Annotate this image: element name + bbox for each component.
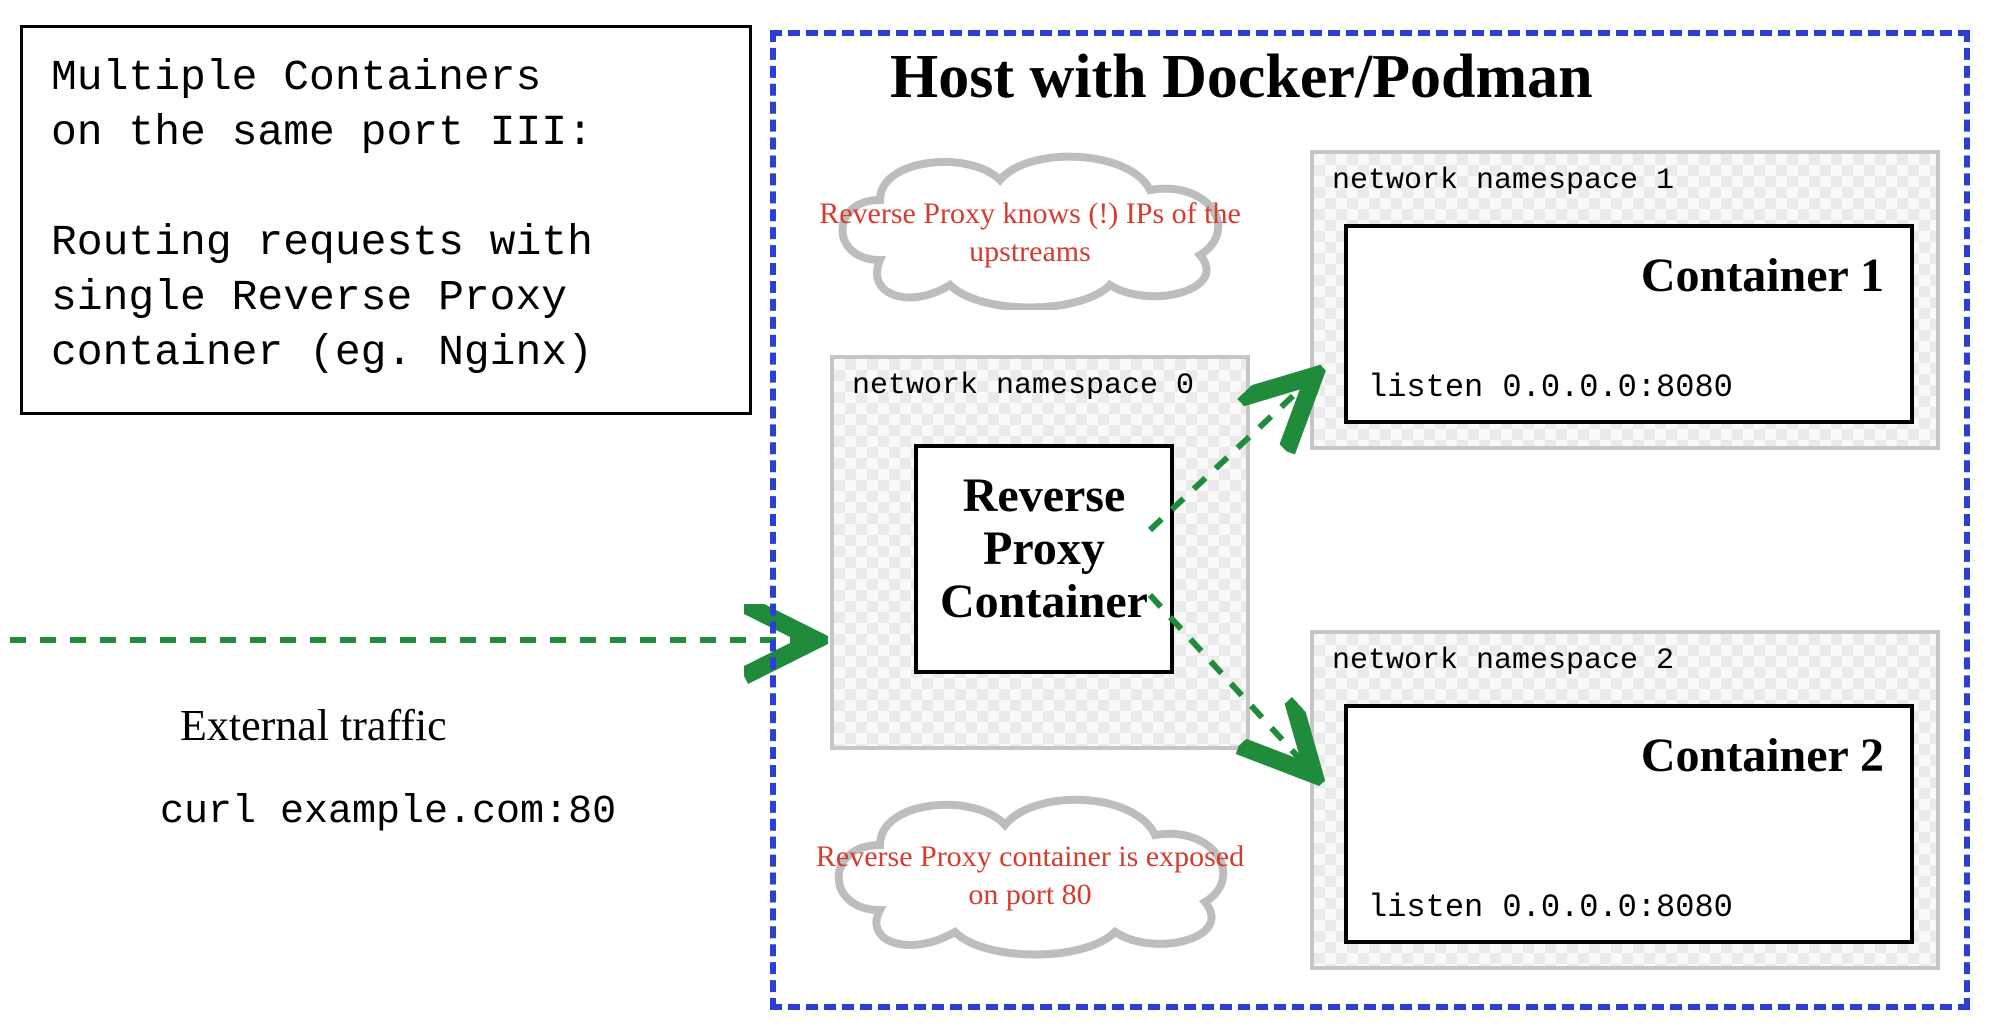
rp-line: Reverse bbox=[918, 470, 1170, 523]
title-line: single Reverse Proxy bbox=[51, 270, 721, 325]
title-line: container (eg. Nginx) bbox=[51, 325, 721, 380]
title-line: Routing requests with bbox=[51, 215, 721, 270]
arrow-to-container-2 bbox=[1140, 575, 1340, 795]
container-1: Container 1 listen 0.0.0.0:8080 bbox=[1344, 224, 1914, 424]
ns1-label: network namespace 1 bbox=[1332, 164, 1674, 198]
network-namespace-1: network namespace 1 Container 1 listen 0… bbox=[1310, 150, 1940, 450]
cloud-bottom: Reverse Proxy container is exposed on po… bbox=[810, 780, 1250, 960]
rp-line: Proxy bbox=[918, 523, 1170, 576]
host-title: Host with Docker/Podman bbox=[890, 42, 1593, 113]
external-traffic-label: External traffic bbox=[180, 700, 447, 751]
container-2-title: Container 2 bbox=[1348, 708, 1910, 783]
cloud-top-text: Reverse Proxy knows (!) IPs of the upstr… bbox=[810, 195, 1250, 270]
container-2-listen: listen 0.0.0.0:8080 bbox=[1368, 889, 1733, 926]
container-1-listen: listen 0.0.0.0:8080 bbox=[1368, 369, 1733, 406]
rp-line: Container bbox=[918, 576, 1170, 629]
title-line: Multiple Containers bbox=[51, 50, 721, 105]
network-namespace-2: network namespace 2 Container 2 listen 0… bbox=[1310, 630, 1940, 970]
external-curl-command: curl example.com:80 bbox=[160, 790, 616, 835]
container-2: Container 2 listen 0.0.0.0:8080 bbox=[1344, 704, 1914, 944]
reverse-proxy-container: Reverse Proxy Container bbox=[914, 444, 1174, 674]
external-arrow bbox=[10, 600, 840, 680]
cloud-top: Reverse Proxy knows (!) IPs of the upstr… bbox=[810, 140, 1250, 310]
title-line bbox=[51, 160, 721, 215]
arrow-to-container-1 bbox=[1140, 360, 1340, 560]
ns2-label: network namespace 2 bbox=[1332, 644, 1674, 678]
container-1-title: Container 1 bbox=[1348, 228, 1910, 303]
cloud-bottom-text: Reverse Proxy container is exposed on po… bbox=[810, 838, 1250, 913]
title-line: on the same port III: bbox=[51, 105, 721, 160]
title-box: Multiple Containers on the same port III… bbox=[20, 25, 752, 415]
